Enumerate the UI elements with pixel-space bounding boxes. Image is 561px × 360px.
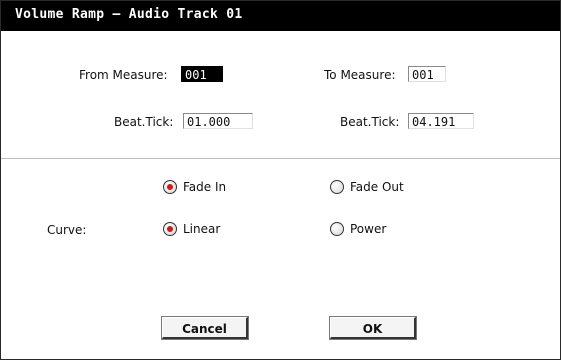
radio-power[interactable]: Power	[330, 222, 386, 236]
from-measure-label: From Measure:	[79, 68, 168, 82]
dialog-title: Volume Ramp – Audio Track 01	[15, 7, 243, 22]
radio-fade-out[interactable]: Fade Out	[330, 180, 404, 194]
radio-fade-in-label: Fade In	[183, 180, 227, 194]
ok-button[interactable]: OK	[330, 317, 416, 339]
section-divider	[1, 158, 560, 159]
radio-fade-out-indicator[interactable]	[330, 180, 344, 194]
from-beat-tick-label: Beat.Tick:	[114, 115, 174, 129]
radio-linear-indicator[interactable]	[163, 222, 177, 236]
to-measure-label: To Measure:	[324, 68, 396, 82]
to-beat-tick-label: Beat.Tick:	[340, 115, 400, 129]
to-measure-field[interactable]: 001	[408, 66, 446, 82]
radio-fade-in-indicator[interactable]	[163, 180, 177, 194]
radio-power-indicator[interactable]	[330, 222, 344, 236]
from-measure-field[interactable]: 001	[181, 66, 223, 82]
to-beat-tick-field[interactable]: 04.191	[408, 113, 474, 129]
radio-fade-in[interactable]: Fade In	[163, 180, 226, 194]
title-bar: Volume Ramp – Audio Track 01	[1, 1, 560, 31]
curve-label: Curve:	[47, 223, 87, 237]
radio-fade-out-label: Fade Out	[350, 180, 404, 194]
volume-ramp-dialog: Volume Ramp – Audio Track 01 From Measur…	[0, 0, 561, 360]
from-beat-tick-field[interactable]: 01.000	[183, 113, 253, 129]
cancel-button[interactable]: Cancel	[162, 317, 248, 339]
radio-power-label: Power	[350, 222, 387, 236]
radio-linear[interactable]: Linear	[163, 222, 220, 236]
radio-linear-label: Linear	[183, 222, 221, 236]
